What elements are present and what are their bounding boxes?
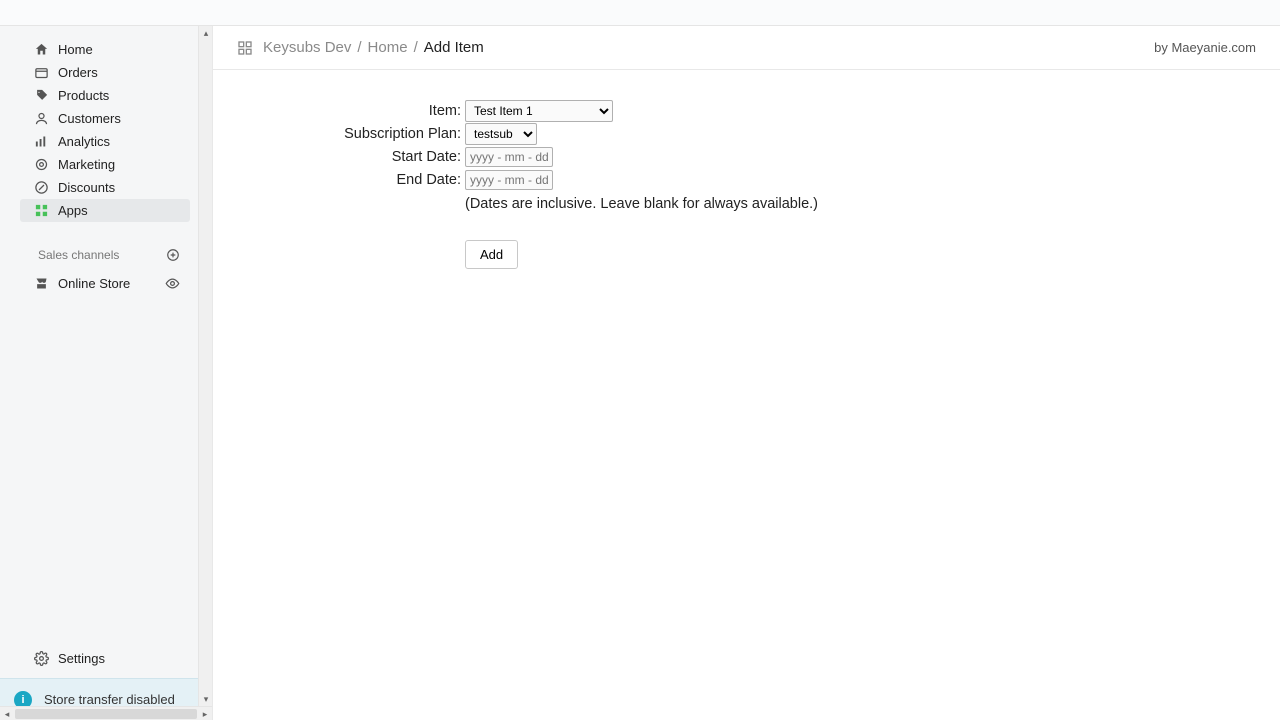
gear-icon — [32, 649, 50, 667]
sidebar-item-products[interactable]: Products — [20, 84, 190, 107]
start-date-label: Start Date: — [253, 149, 465, 165]
sidebar-vertical-scrollbar[interactable]: ▴ ▾ — [198, 26, 212, 720]
scroll-down-icon[interactable]: ▾ — [199, 692, 213, 706]
sidebar-label: Orders — [58, 65, 98, 80]
target-icon — [32, 156, 50, 174]
date-hint: (Dates are inclusive. Leave blank for al… — [465, 196, 818, 212]
user-icon — [32, 110, 50, 128]
sidebar: Home Orders Products — [0, 26, 198, 720]
sales-channels-section: Sales channels Online Store — [0, 244, 198, 295]
item-label: Item: — [253, 103, 465, 119]
start-date-input[interactable] — [465, 147, 553, 167]
breadcrumb-bar: Keysubs Dev / Home / Add Item by Maeyani… — [213, 26, 1280, 70]
breadcrumb-sep: / — [414, 39, 418, 56]
settings-label: Settings — [58, 651, 105, 666]
sidebar-label: Apps — [58, 203, 88, 218]
plan-select[interactable]: testsub — [465, 123, 537, 145]
sidebar-label: Online Store — [58, 276, 130, 291]
primary-nav: Home Orders Products — [0, 26, 198, 638]
scroll-thumb[interactable] — [15, 709, 197, 719]
byline: by Maeyanie.com — [1154, 40, 1256, 55]
sidebar-label: Analytics — [58, 134, 110, 149]
sidebar-label: Discounts — [58, 180, 115, 195]
sidebar-label: Customers — [58, 111, 121, 126]
main-content: Keysubs Dev / Home / Add Item by Maeyani… — [212, 26, 1280, 720]
tag-icon — [32, 87, 50, 105]
sidebar-label: Marketing — [58, 157, 115, 172]
sidebar-container: Home Orders Products — [0, 26, 212, 720]
view-store-icon[interactable] — [165, 276, 180, 291]
breadcrumb-home[interactable]: Home — [368, 39, 408, 56]
scroll-left-icon[interactable]: ◂ — [0, 707, 14, 720]
end-date-label: End Date: — [253, 172, 465, 188]
sidebar-item-home[interactable]: Home — [20, 38, 190, 61]
discount-icon — [32, 179, 50, 197]
breadcrumb-app[interactable]: Keysubs Dev — [263, 39, 351, 56]
add-item-form: Item: Test Item 1 Subscription Plan: tes… — [213, 70, 1280, 296]
scroll-up-icon[interactable]: ▴ — [199, 26, 213, 40]
sidebar-item-marketing[interactable]: Marketing — [20, 153, 190, 176]
add-button[interactable]: Add — [465, 240, 518, 269]
sidebar-item-analytics[interactable]: Analytics — [20, 130, 190, 153]
scroll-right-icon[interactable]: ▸ — [198, 707, 212, 720]
sales-channels-header: Sales channels — [0, 244, 198, 266]
apps-icon — [32, 202, 50, 220]
app-icon — [237, 40, 253, 56]
orders-icon — [32, 64, 50, 82]
sidebar-horizontal-scrollbar[interactable]: ◂ ▸ — [0, 706, 212, 720]
analytics-icon — [32, 133, 50, 151]
store-icon — [32, 275, 50, 293]
sidebar-item-settings[interactable]: Settings — [0, 638, 198, 678]
breadcrumb-sep: / — [357, 39, 361, 56]
home-icon — [32, 41, 50, 59]
end-date-input[interactable] — [465, 170, 553, 190]
sidebar-label: Products — [58, 88, 109, 103]
breadcrumb-current: Add Item — [424, 39, 484, 56]
item-select[interactable]: Test Item 1 — [465, 100, 613, 122]
sidebar-item-online-store[interactable]: Online Store — [0, 272, 198, 295]
section-label: Sales channels — [38, 248, 119, 262]
plan-label: Subscription Plan: — [253, 126, 465, 142]
top-bar — [0, 0, 1280, 26]
sidebar-item-discounts[interactable]: Discounts — [20, 176, 190, 199]
notice-text: Store transfer disabled — [44, 692, 175, 707]
sidebar-label: Home — [58, 42, 93, 57]
add-channel-icon[interactable] — [166, 248, 180, 262]
sidebar-item-orders[interactable]: Orders — [20, 61, 190, 84]
sidebar-item-customers[interactable]: Customers — [20, 107, 190, 130]
sidebar-item-apps[interactable]: Apps — [20, 199, 190, 222]
